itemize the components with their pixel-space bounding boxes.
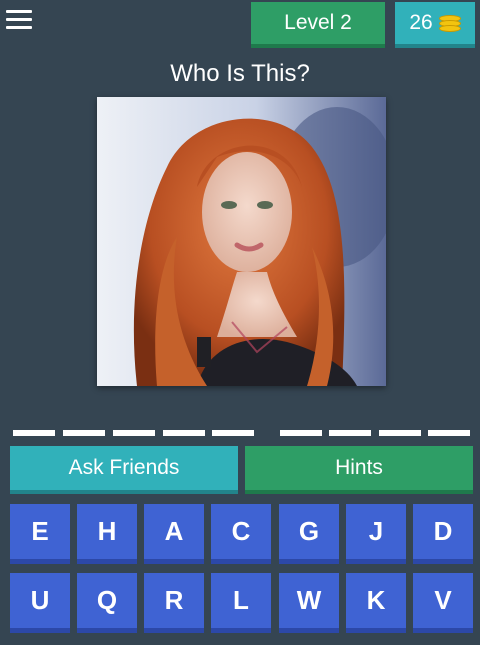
letter-key[interactable]: V xyxy=(413,573,473,633)
ask-friends-label: Ask Friends xyxy=(68,456,180,479)
letter-key[interactable]: Q xyxy=(77,573,137,633)
question-title: Who Is This? xyxy=(170,60,310,87)
coin-stack-icon xyxy=(438,13,461,33)
answer-slot[interactable] xyxy=(163,430,205,436)
level-label: Level 2 xyxy=(284,11,352,34)
letter-key[interactable]: D xyxy=(413,504,473,564)
portrait-photo xyxy=(97,97,386,386)
letter-key[interactable]: U xyxy=(10,573,70,633)
answer-slot[interactable] xyxy=(379,430,421,436)
letter-key[interactable]: E xyxy=(10,504,70,564)
ask-friends-button[interactable]: Ask Friends xyxy=(10,446,238,494)
letter-key[interactable]: L xyxy=(211,573,271,633)
answer-slot[interactable] xyxy=(280,430,322,436)
hints-label: Hints xyxy=(335,456,383,479)
letter-key[interactable]: A xyxy=(144,504,204,564)
letter-key[interactable]: H xyxy=(77,504,137,564)
level-badge: Level 2 xyxy=(251,2,385,48)
letter-key[interactable]: R xyxy=(144,573,204,633)
hamburger-menu-icon[interactable] xyxy=(6,10,32,34)
answer-slot[interactable] xyxy=(13,430,55,436)
letter-key[interactable]: W xyxy=(279,573,339,633)
coins-badge[interactable]: 26 xyxy=(395,2,475,48)
answer-slot[interactable] xyxy=(63,430,105,436)
letter-key[interactable]: K xyxy=(346,573,406,633)
answer-slot[interactable] xyxy=(428,430,470,436)
letter-key[interactable]: C xyxy=(211,504,271,564)
letter-key[interactable]: G xyxy=(279,504,339,564)
answer-slot[interactable] xyxy=(329,430,371,436)
hints-button[interactable]: Hints xyxy=(245,446,473,494)
answer-slot[interactable] xyxy=(113,430,155,436)
answer-slot[interactable] xyxy=(212,430,254,436)
answer-slots xyxy=(0,430,480,438)
coin-count: 26 xyxy=(409,11,433,34)
letter-key[interactable]: J xyxy=(346,504,406,564)
